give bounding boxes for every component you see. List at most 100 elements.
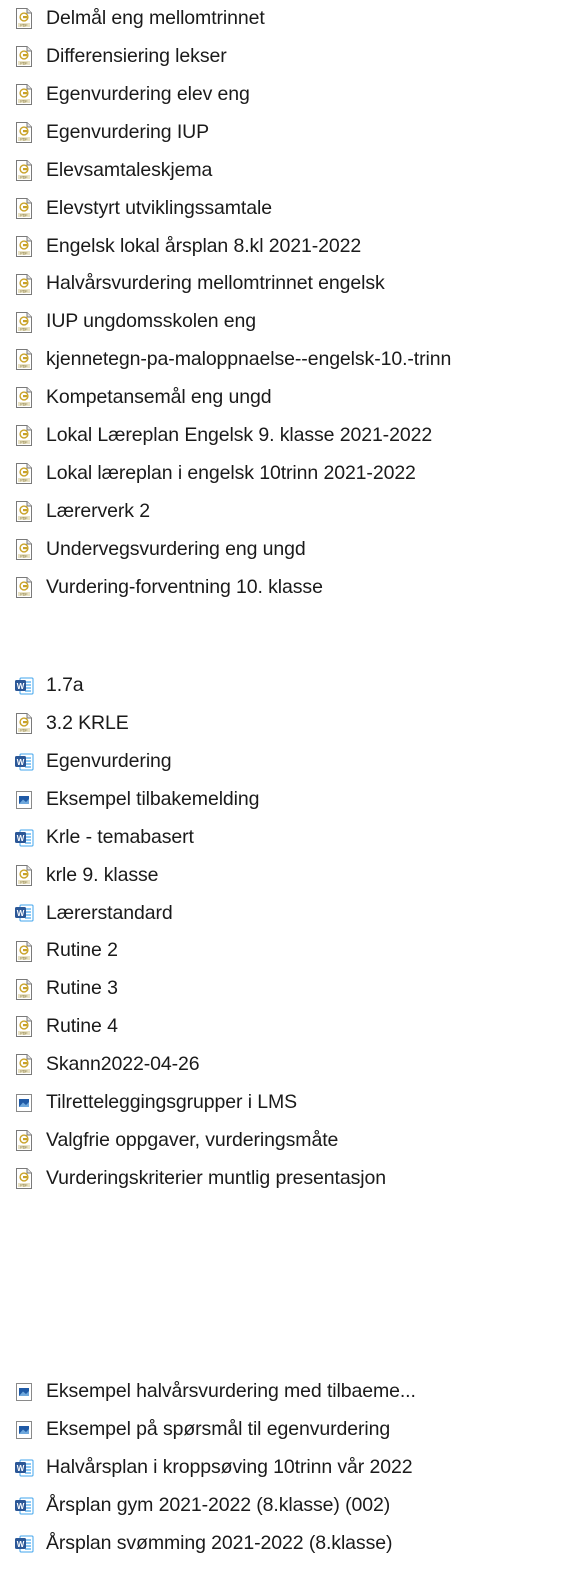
file-item[interactable]: PDF Egenvurdering IUP xyxy=(14,114,451,152)
file-name: Lærerverk 2 xyxy=(46,499,151,522)
svg-text:PDF: PDF xyxy=(20,213,28,217)
file-name: Valgfrie oppgaver, vurderingsmåte xyxy=(46,1128,339,1151)
svg-text:PDF: PDF xyxy=(20,441,28,445)
file-name: 3.2 KRLE xyxy=(46,712,129,735)
svg-text:W: W xyxy=(17,909,25,918)
file-item[interactable]: Eksempel tilbakemelding xyxy=(14,781,386,819)
svg-text:PDF: PDF xyxy=(20,138,28,142)
file-name: Rutine 2 xyxy=(46,939,118,962)
word-icon: W xyxy=(14,675,34,697)
svg-text:PDF: PDF xyxy=(20,62,28,66)
file-item[interactable]: W Krle - temabasert xyxy=(14,819,386,857)
file-item[interactable]: PDF Delmål eng mellomtrinnet xyxy=(14,0,451,38)
word-icon: W xyxy=(14,902,34,924)
pdf-icon: PDF xyxy=(14,197,34,219)
file-item[interactable]: PDF Rutine 3 xyxy=(14,970,386,1008)
svg-text:PDF: PDF xyxy=(20,24,28,28)
pdf-icon: PDF xyxy=(14,940,34,962)
pdf-icon: PDF xyxy=(14,1130,34,1152)
file-item[interactable]: PDF Halvårsvurdering mellomtrinnet engel… xyxy=(14,265,451,303)
file-name: Differensiering lekser xyxy=(46,45,227,68)
file-name: IUP ungdomsskolen eng xyxy=(46,310,257,333)
word-icon: W xyxy=(14,1457,34,1479)
svg-text:W: W xyxy=(17,682,25,691)
svg-text:W: W xyxy=(17,758,25,767)
file-item[interactable]: PDF Vurdering-forventning 10. klasse xyxy=(14,568,451,606)
file-item[interactable]: W 1.7a xyxy=(14,667,386,705)
file-name: Egenvurdering IUP xyxy=(46,120,210,143)
svg-text:PDF: PDF xyxy=(20,289,28,293)
file-item[interactable]: Tilretteleggingsgrupper i LMS xyxy=(14,1084,386,1122)
image-icon xyxy=(14,1419,34,1441)
file-name: Elevsamtaleskjema xyxy=(46,158,213,181)
svg-text:PDF: PDF xyxy=(20,592,28,596)
file-item[interactable]: PDF Kompetansemål eng ungd xyxy=(14,379,451,417)
file-item[interactable]: PDF krle 9. klasse xyxy=(14,856,386,894)
file-item[interactable]: PDF Elevstyrt utviklingssamtale xyxy=(14,189,451,227)
pdf-icon: PDF xyxy=(14,273,34,295)
pdf-icon: PDF xyxy=(14,8,34,30)
file-item[interactable]: W Halvårsplan i kroppsøving 10trinn vår … xyxy=(14,1449,416,1487)
svg-text:W: W xyxy=(17,1464,25,1473)
pdf-icon: PDF xyxy=(14,387,34,409)
image-icon xyxy=(14,1092,34,1114)
file-name: Rutine 3 xyxy=(46,977,118,1000)
svg-text:PDF: PDF xyxy=(20,1070,28,1074)
pdf-icon: PDF xyxy=(14,1054,34,1076)
file-item[interactable]: W Lærerstandard xyxy=(14,894,386,932)
file-item[interactable]: PDF Undervegsvurdering eng ungd xyxy=(14,530,451,568)
word-icon: W xyxy=(14,751,34,773)
file-item[interactable]: PDF Engelsk lokal årsplan 8.kl 2021-2022 xyxy=(14,227,451,265)
file-item[interactable]: PDF Rutine 4 xyxy=(14,1008,386,1046)
file-item[interactable]: PDF Valgfrie oppgaver, vurderingsmåte xyxy=(14,1122,386,1160)
file-name: Eksempel halvårsvurdering med tilbaeme..… xyxy=(46,1380,416,1403)
file-name: Delmål eng mellomtrinnet xyxy=(46,7,265,30)
file-name: Krle - temabasert xyxy=(46,825,194,848)
file-item[interactable]: PDF Egenvurdering elev eng xyxy=(14,76,451,114)
file-item[interactable]: PDF Lærerverk 2 xyxy=(14,493,451,531)
file-item[interactable]: PDF Skann2022-04-26 xyxy=(14,1046,386,1084)
svg-text:PDF: PDF xyxy=(20,516,28,520)
svg-text:PDF: PDF xyxy=(20,1146,28,1150)
svg-text:PDF: PDF xyxy=(20,956,28,960)
word-icon: W xyxy=(14,827,34,849)
file-item[interactable]: PDF Lokal Læreplan Engelsk 9. klasse 202… xyxy=(14,417,451,455)
pdf-icon: PDF xyxy=(14,1168,34,1190)
file-item[interactable]: PDF kjennetegn-pa-maloppnaelse--engelsk-… xyxy=(14,341,451,379)
pdf-icon: PDF xyxy=(14,311,34,333)
file-item[interactable]: PDF Lokal læreplan i engelsk 10trinn 202… xyxy=(14,455,451,493)
file-item[interactable]: PDF Rutine 2 xyxy=(14,932,386,970)
word-icon: W xyxy=(14,1495,34,1517)
file-item[interactable]: Eksempel på spørsmål til egenvurdering xyxy=(14,1411,416,1449)
svg-text:PDF: PDF xyxy=(20,327,28,331)
file-item[interactable]: Eksempel halvårsvurdering med tilbaeme..… xyxy=(14,1373,416,1411)
file-item[interactable]: W Årsplan gym 2021-2022 (8.klasse) (002) xyxy=(14,1487,416,1525)
file-item[interactable]: PDF Differensiering lekser xyxy=(14,38,451,76)
svg-text:W: W xyxy=(17,1501,25,1510)
file-group-plans-and-examples: Eksempel halvårsvurdering med tilbaeme..… xyxy=(14,1373,416,1562)
file-item[interactable]: PDF IUP ungdomsskolen eng xyxy=(14,303,451,341)
pdf-icon: PDF xyxy=(14,46,34,68)
svg-text:PDF: PDF xyxy=(20,403,28,407)
svg-text:PDF: PDF xyxy=(20,1032,28,1036)
file-name: Årsplan gym 2021-2022 (8.klasse) (002) xyxy=(46,1493,391,1516)
file-name: Halvårsplan i kroppsøving 10trinn vår 20… xyxy=(46,1455,413,1478)
file-item[interactable]: PDF 3.2 KRLE xyxy=(14,705,386,743)
svg-text:PDF: PDF xyxy=(20,479,28,483)
svg-text:PDF: PDF xyxy=(20,1183,28,1187)
file-item[interactable]: PDF Vurderingskriterier muntlig presenta… xyxy=(14,1160,386,1198)
svg-text:PDF: PDF xyxy=(20,100,28,104)
svg-text:W: W xyxy=(17,833,25,842)
pdf-icon: PDF xyxy=(14,84,34,106)
pdf-icon: PDF xyxy=(14,576,34,598)
file-item[interactable]: W Årsplan svømming 2021-2022 (8.klasse) xyxy=(14,1525,416,1563)
file-item[interactable]: W Egenvurdering xyxy=(14,743,386,781)
file-item[interactable]: PDF Elevsamtaleskjema xyxy=(14,152,451,190)
file-name: Eksempel tilbakemelding xyxy=(46,787,260,810)
pdf-icon: PDF xyxy=(14,713,34,735)
file-name: kjennetegn-pa-maloppnaelse--engelsk-10.-… xyxy=(46,348,452,371)
pdf-icon: PDF xyxy=(14,501,34,523)
file-name: Tilretteleggingsgrupper i LMS xyxy=(46,1090,298,1113)
file-name: Undervegsvurdering eng ungd xyxy=(46,537,306,560)
pdf-icon: PDF xyxy=(14,538,34,560)
